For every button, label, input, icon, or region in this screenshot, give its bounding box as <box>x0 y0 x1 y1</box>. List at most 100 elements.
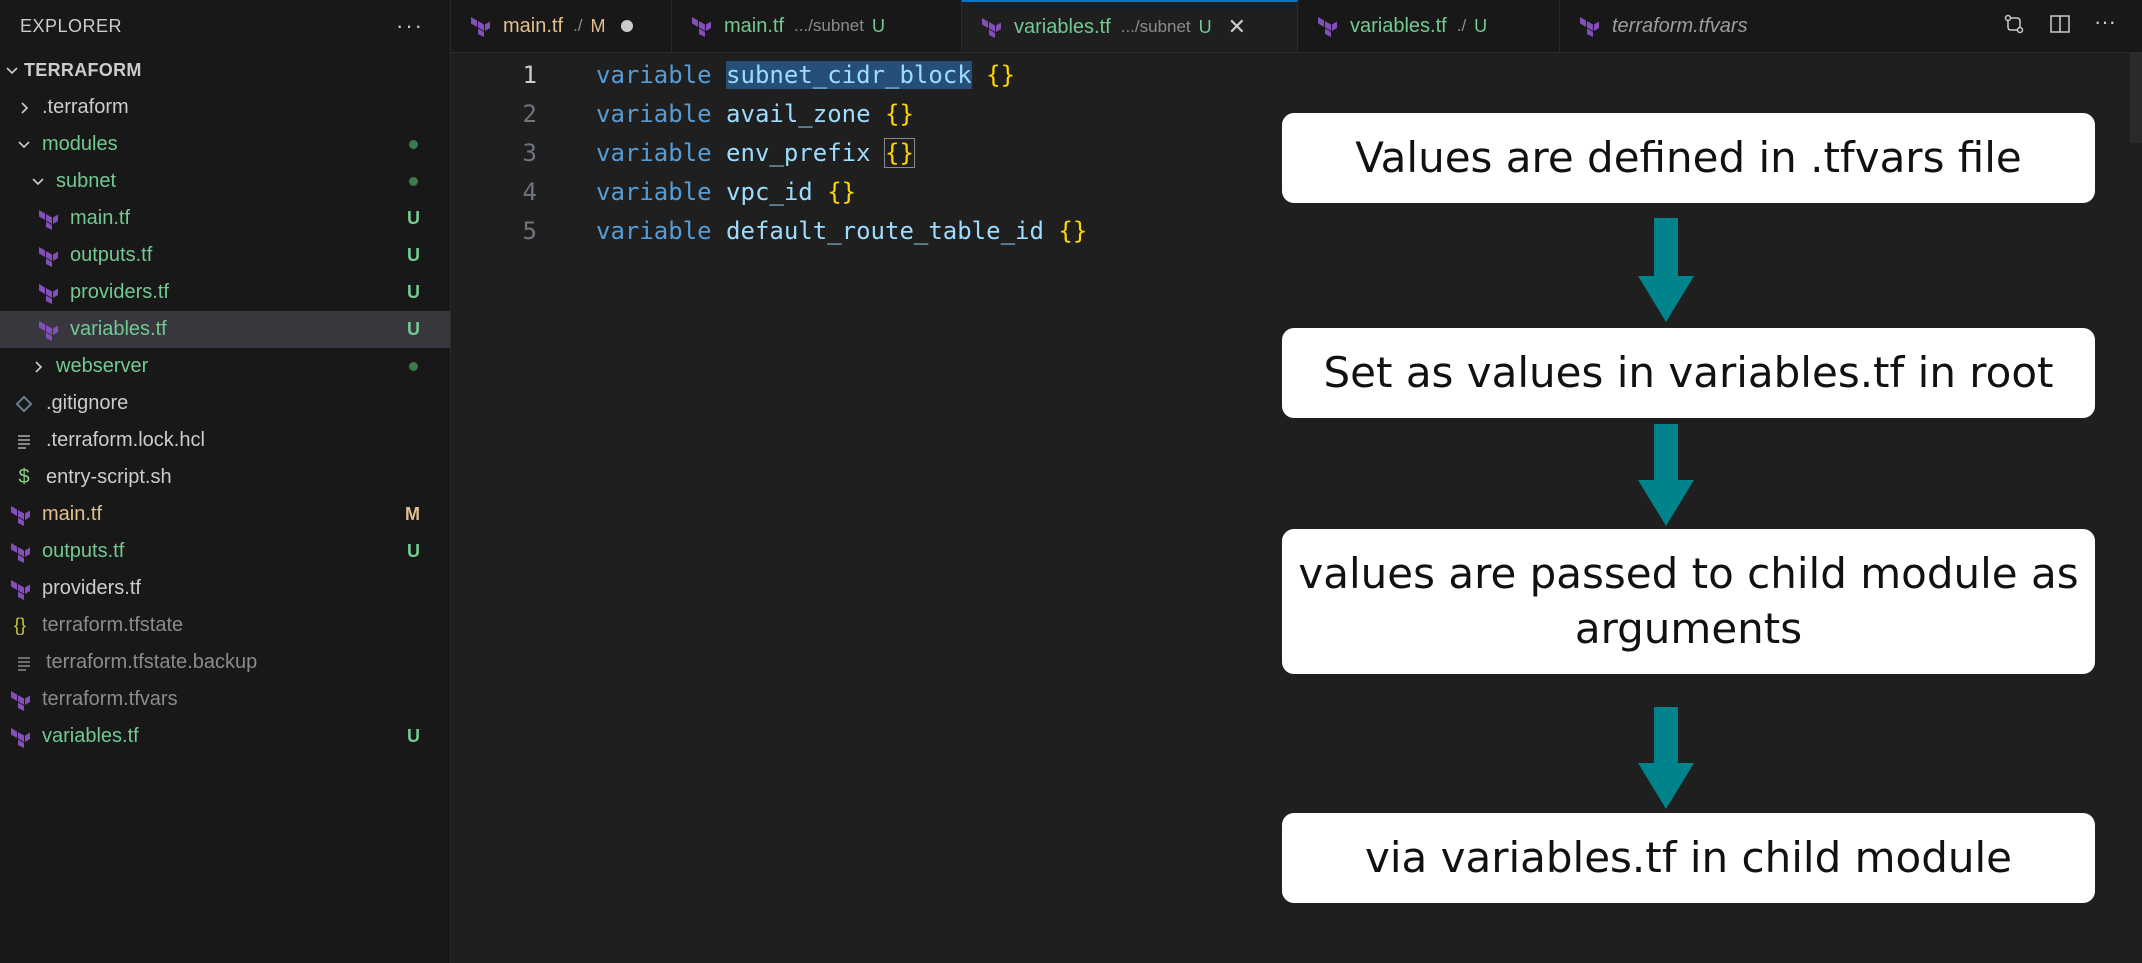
terraform-file-icon <box>36 318 60 342</box>
git-status-badge: U <box>407 541 420 561</box>
tree-item-terraform-lock[interactable]: .terraform.lock.hcl <box>0 422 450 459</box>
tree-item-subnet[interactable]: subnet <box>0 163 450 200</box>
flow-step-4: via variables.tf in child module <box>1282 813 2095 903</box>
line-number: 1 <box>522 60 537 89</box>
flow-step-1: Values are defined in .tfvars file <box>1282 113 2095 203</box>
tab-label: main.tf <box>724 14 785 37</box>
tree-item-label: variables.tf <box>70 318 167 340</box>
git-diamond-icon <box>12 392 36 416</box>
tree-item-label: webserver <box>56 355 149 377</box>
tab-main-tf-root[interactable]: main.tf ./ M <box>451 0 672 52</box>
git-status-badge: M <box>405 504 420 524</box>
terraform-file-icon <box>8 725 32 749</box>
braces: {} <box>885 99 914 128</box>
terraform-file-icon <box>1578 15 1600 37</box>
code-line: 4 variable vpc_id {} <box>451 172 857 211</box>
terraform-file-icon <box>36 281 60 305</box>
terraform-file-icon <box>469 15 491 37</box>
git-status-badge: U <box>871 15 885 36</box>
tree-item-main-tf[interactable]: main.tf M <box>0 496 450 533</box>
line-number: 5 <box>522 216 537 245</box>
terraform-file-icon <box>36 244 60 268</box>
explorer-header: EXPLORER ··· <box>0 0 450 52</box>
tab-description: ./ <box>1456 16 1467 35</box>
tree-item-webserver[interactable]: webserver <box>0 348 450 385</box>
tree-item-label: main.tf <box>70 207 131 229</box>
vertical-scrollbar[interactable] <box>2130 53 2142 143</box>
flow-step-2: Set as values in variables.tf in root <box>1282 328 2095 418</box>
tree-item-subnet-main-tf[interactable]: main.tf U <box>0 200 450 237</box>
tree-item-subnet-providers-tf[interactable]: providers.tf U <box>0 274 450 311</box>
down-arrow-icon <box>1638 218 1694 322</box>
tree-item-entry-script[interactable]: $ entry-script.sh <box>0 459 450 496</box>
tree-item-subnet-variables-tf[interactable]: variables.tf U <box>0 311 450 348</box>
tab-label: variables.tf <box>1014 15 1111 38</box>
tab-label: main.tf <box>503 14 564 37</box>
tree-item-dot-terraform[interactable]: .terraform <box>0 89 450 126</box>
tab-main-tf-subnet[interactable]: main.tf .../subnet U <box>672 0 962 52</box>
tree-item-label: outputs.tf <box>70 244 153 266</box>
tree-item-label: .terraform.lock.hcl <box>46 429 205 451</box>
tree-item-tfvars[interactable]: terraform.tfvars <box>0 681 450 718</box>
git-status-badge: U <box>407 282 420 302</box>
tab-label: variables.tf <box>1350 14 1447 37</box>
tree-item-label: terraform.tfvars <box>42 688 178 710</box>
tree-item-tfstate-backup[interactable]: terraform.tfstate.backup <box>0 644 450 681</box>
keyword: variable <box>596 99 712 128</box>
git-status-dot <box>409 362 418 371</box>
editor-tab-bar: main.tf ./ M main.tf .../subnet U variab… <box>451 0 2142 53</box>
git-status-badge: U <box>407 726 420 746</box>
git-status-badge: U <box>407 319 420 339</box>
root-folder-label: TERRAFORM <box>24 60 142 80</box>
tab-description: .../subnet <box>1120 17 1191 36</box>
keyword: variable <box>596 60 712 89</box>
tab-description: .../subnet <box>794 16 864 35</box>
unsaved-dot-icon[interactable] <box>621 20 634 32</box>
tree-item-label: terraform.tfstate <box>42 614 184 636</box>
lines-file-icon <box>12 651 36 675</box>
close-icon[interactable]: ✕ <box>1228 14 1246 40</box>
tree-item-label: entry-script.sh <box>46 466 172 488</box>
tree-item-modules[interactable]: modules <box>0 126 450 163</box>
tree-item-variables-tf[interactable]: variables.tf U <box>0 718 450 755</box>
git-status-dot <box>409 140 418 149</box>
tab-variables-tf-root[interactable]: variables.tf ./ U <box>1298 0 1560 52</box>
tree-item-label: outputs.tf <box>42 540 125 562</box>
tree-item-providers-tf[interactable]: providers.tf <box>0 570 450 607</box>
flow-step-3: values are passed to child module as arg… <box>1282 529 2095 674</box>
chevron-down-icon <box>4 64 20 78</box>
tree-item-label: .gitignore <box>46 392 129 414</box>
tree-item-label: providers.tf <box>42 577 141 599</box>
variable-name: env_prefix <box>726 138 871 167</box>
tree-item-label: terraform.tfstate.backup <box>46 651 258 673</box>
terraform-file-icon <box>36 207 60 231</box>
tab-terraform-tfvars[interactable]: terraform.tfvars <box>1560 0 1820 52</box>
code-line: 2 variable avail_zone {} <box>451 94 914 133</box>
compare-changes-icon[interactable] <box>2002 12 2026 36</box>
tree-item-tfstate[interactable]: {} terraform.tfstate <box>0 607 450 644</box>
split-editor-icon[interactable] <box>2048 12 2072 36</box>
tab-label: terraform.tfvars <box>1612 14 1748 37</box>
keyword: variable <box>596 216 712 245</box>
chevron-down-icon <box>30 175 46 189</box>
tree-item-outputs-tf[interactable]: outputs.tf U <box>0 533 450 570</box>
chevron-right-icon <box>30 360 46 374</box>
braces: {} <box>986 60 1016 89</box>
terraform-file-icon <box>8 503 32 527</box>
tree-item-subnet-outputs-tf[interactable]: outputs.tf U <box>0 237 450 274</box>
tree-item-gitignore[interactable]: .gitignore <box>0 385 450 422</box>
more-actions-icon[interactable]: ··· <box>2094 11 2118 36</box>
editor-actions: ··· <box>2002 11 2118 36</box>
tab-variables-tf-subnet[interactable]: variables.tf .../subnet U ✕ <box>962 0 1298 52</box>
explorer-title: EXPLORER <box>20 15 123 36</box>
terraform-file-icon <box>8 577 32 601</box>
more-actions-icon[interactable]: ··· <box>396 13 424 39</box>
git-status-badge: U <box>1198 16 1212 37</box>
tree-item-label: subnet <box>56 170 117 192</box>
tree-item-label: variables.tf <box>42 725 139 747</box>
git-status-badge: M <box>590 15 606 36</box>
terraform-file-icon <box>8 688 32 712</box>
variable-name-selected: subnet_cidr_block <box>726 60 972 89</box>
braces: {} <box>884 137 915 168</box>
folder-root-terraform[interactable]: TERRAFORM <box>0 52 450 89</box>
